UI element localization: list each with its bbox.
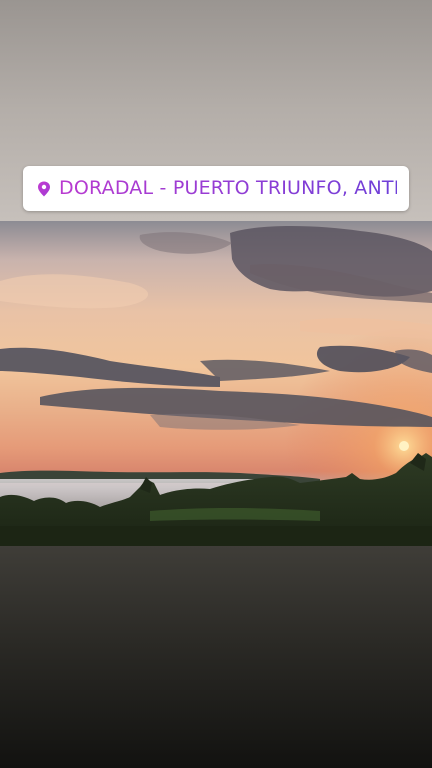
location-pin-icon xyxy=(38,181,50,196)
location-sticker[interactable]: DORADAL - PUERTO TRIUNFO, ANTIOQ... xyxy=(23,166,409,211)
story-frame: DORADAL - PUERTO TRIUNFO, ANTIOQ... xyxy=(0,0,432,768)
sunset-landscape-photo xyxy=(0,221,432,546)
location-label: DORADAL - PUERTO TRIUNFO, ANTIOQ... xyxy=(59,166,397,211)
bottom-background xyxy=(0,546,432,768)
